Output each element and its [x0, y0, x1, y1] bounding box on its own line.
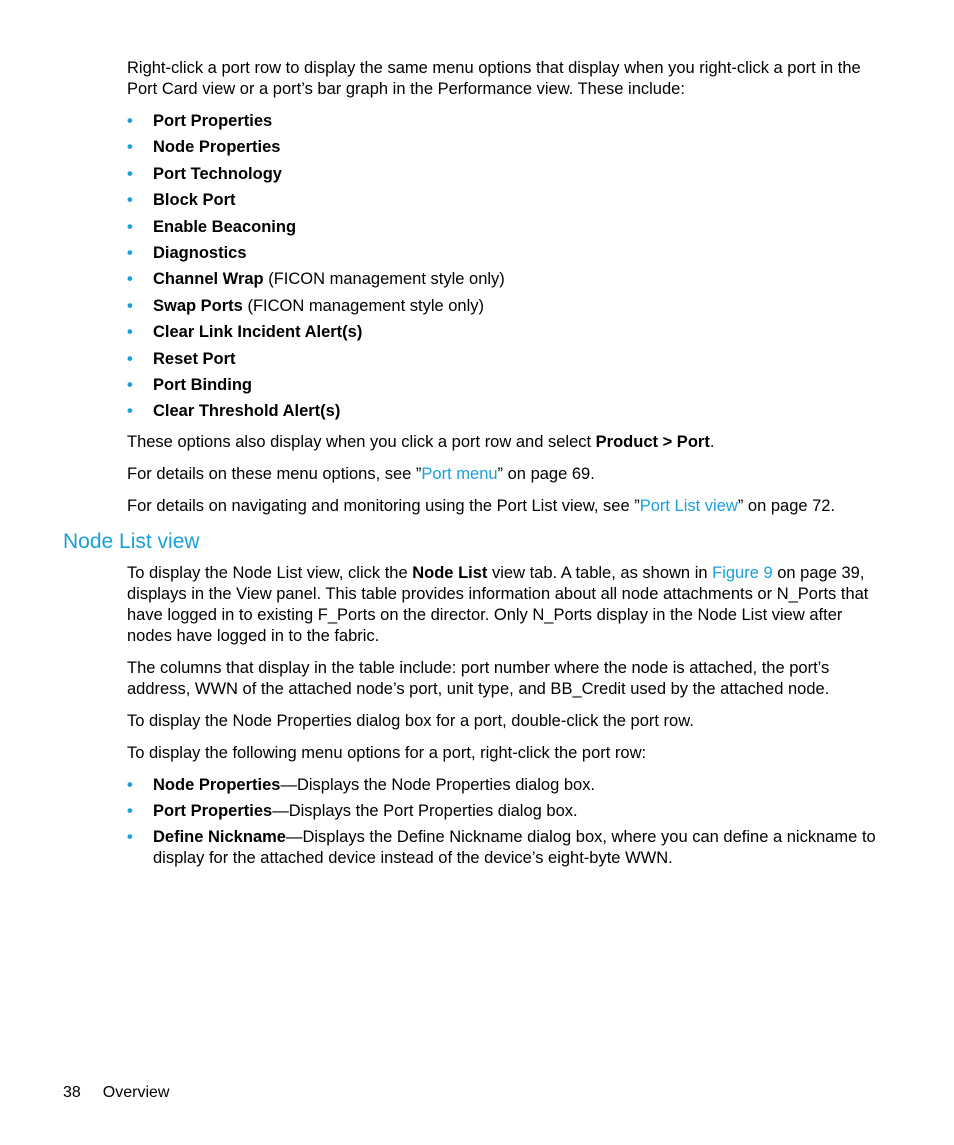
- port-menu-list: • Port Properties • Node Properties • Port …: [127, 111, 877, 422]
- bullet-icon: •: [127, 349, 133, 368]
- bullet-icon: •: [127, 323, 133, 342]
- text: For details on these menu options, see ”: [127, 465, 422, 484]
- menu-item-name: Port Technology: [153, 164, 282, 183]
- details-portlist-paragraph: For details on navigating and monitoring…: [127, 496, 877, 517]
- list-item: • Enable Beaconing: [127, 217, 877, 238]
- list-item: • Port Technology: [127, 164, 877, 185]
- page-number: 38: [63, 1084, 81, 1101]
- details-menu-paragraph: For details on these menu options, see ”…: [127, 464, 877, 485]
- text: ” on page 69.: [497, 465, 595, 484]
- port-list-view-link[interactable]: Port List view: [640, 497, 738, 515]
- menu-item-name: Define Nickname: [153, 828, 286, 846]
- list-item: • Port Binding: [127, 375, 877, 396]
- node-paragraph-3: To display the Node Properties dialog bo…: [127, 712, 694, 730]
- menu-path: Product > Port: [595, 433, 710, 452]
- menu-item-description: —Displays the Port Properties dialog box…: [272, 802, 578, 820]
- menu-item-note: (FICON management style only): [263, 270, 505, 289]
- menu-item-name: Node Properties: [153, 776, 281, 794]
- menu-item-name: Diagnostics: [153, 243, 247, 262]
- menu-item-name: Block Port: [153, 191, 236, 210]
- list-item: • Node Properties: [127, 137, 877, 158]
- menu-item-name: Swap Ports: [153, 296, 243, 315]
- page-footer: 38 Overview: [63, 1082, 169, 1103]
- section-heading: Node List view: [63, 530, 200, 553]
- text: view tab. A table, as shown in: [487, 564, 713, 582]
- node-paragraph-4: To display the following menu options fo…: [127, 744, 647, 762]
- menu-item-name: Node Properties: [153, 138, 281, 157]
- list-item: • Clear Threshold Alert(s): [127, 401, 877, 422]
- tab-name: Node List: [412, 564, 488, 582]
- list-item: • Port Properties: [127, 111, 877, 132]
- figure-9-link[interactable]: Figure 9: [712, 564, 773, 582]
- port-list-section: Right-click a port row to display the sa…: [127, 58, 877, 528]
- bullet-icon: •: [127, 164, 133, 183]
- bullet-icon: •: [127, 802, 133, 820]
- bullet-icon: •: [127, 191, 133, 210]
- list-item: • Diagnostics: [127, 243, 877, 264]
- text: For details on navigating and monitoring…: [127, 497, 640, 516]
- bullet-icon: •: [127, 112, 133, 130]
- text: ” on page 72.: [737, 497, 836, 516]
- bullet-icon: •: [127, 243, 133, 262]
- text: To display the Node List view, click the: [127, 564, 413, 582]
- bullet-icon: •: [127, 402, 133, 421]
- node-paragraph-2: The columns that display in the table in…: [127, 659, 830, 698]
- menu-item-name: Port Properties: [153, 112, 273, 130]
- text: These options also display when you clic…: [127, 433, 596, 452]
- bullet-icon: •: [127, 828, 133, 846]
- bullet-icon: •: [127, 375, 133, 394]
- menu-item-note: (FICON management style only): [242, 296, 485, 315]
- text: .: [709, 433, 715, 452]
- node-menu-list: • Node Properties—Displays the Node Prope…: [127, 775, 877, 869]
- list-item: • Define Nickname—Displays the Define Nic…: [127, 827, 877, 869]
- node-list-section: To display the Node List view, click the…: [127, 563, 877, 879]
- menu-item-name: Port Properties: [153, 802, 273, 820]
- list-item: • Clear Link Incident Alert(s): [127, 322, 877, 343]
- menu-item-name: Clear Threshold Alert(s): [153, 402, 341, 421]
- list-item: • Block Port: [127, 190, 877, 211]
- list-item: • Swap Ports (FICON management style only…: [127, 296, 877, 317]
- intro-paragraph: Right-click a port row to display the sa…: [127, 59, 861, 98]
- bullet-icon: •: [127, 270, 133, 289]
- node-paragraph-1: To display the Node List view, click the…: [127, 563, 877, 647]
- menu-item-description: —Displays the Node Properties dialog box…: [280, 776, 596, 794]
- also-display-paragraph: These options also display when you clic…: [127, 432, 877, 453]
- bullet-icon: •: [127, 217, 133, 236]
- list-item: • Channel Wrap (FICON management style on…: [127, 269, 877, 290]
- list-item: • Reset Port: [127, 349, 877, 370]
- port-menu-link[interactable]: Port menu: [421, 465, 497, 483]
- list-item: • Port Properties—Displays the Port Prope…: [127, 801, 877, 822]
- bullet-icon: •: [127, 776, 133, 794]
- menu-item-name: Port Binding: [153, 375, 252, 394]
- footer-section-title: Overview: [102, 1084, 170, 1101]
- list-item: • Node Properties—Displays the Node Prope…: [127, 775, 877, 796]
- menu-item-name: Channel Wrap: [153, 270, 264, 289]
- bullet-icon: •: [127, 138, 133, 157]
- bullet-icon: •: [127, 296, 133, 315]
- menu-item-name: Reset Port: [153, 349, 236, 368]
- menu-item-name: Enable Beaconing: [153, 217, 297, 236]
- menu-item-name: Clear Link Incident Alert(s): [153, 323, 363, 342]
